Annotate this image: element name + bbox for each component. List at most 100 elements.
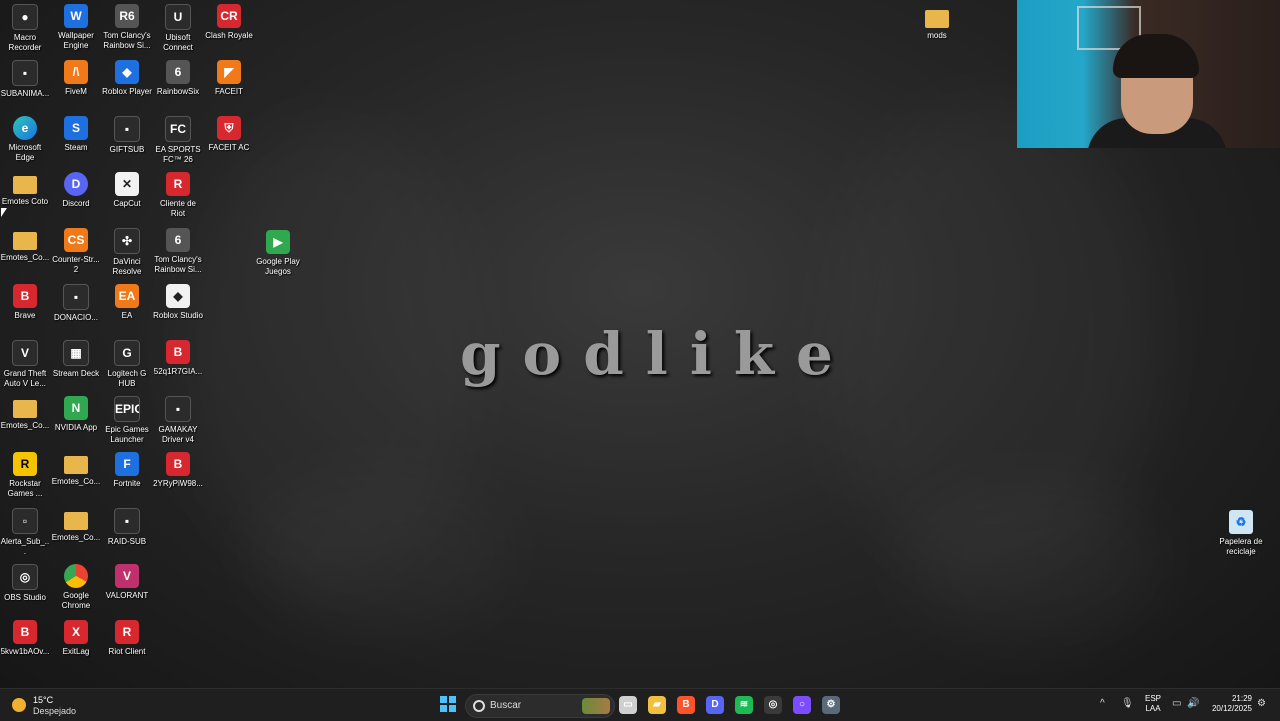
desktop-icon-label: Cliente de Riot [159, 199, 197, 218]
obs-icon[interactable]: ◎ [764, 696, 782, 714]
taskbar-search[interactable]: Buscar [465, 694, 615, 718]
logitech-icon: G [114, 340, 140, 366]
desktop-icon[interactable]: Emotes_Co... [0, 392, 50, 446]
desktop-icon-label: Emotes_Co... [0, 421, 50, 430]
desktop-icon[interactable]: /\ FiveM [51, 56, 101, 110]
desktop-icon[interactable]: CR Clash Royale [204, 0, 254, 54]
desktop-icon[interactable]: Emotes_Co... [51, 448, 101, 502]
desktop-icon[interactable]: Emotes_Co... [0, 224, 50, 278]
desktop-icon[interactable]: N NVIDIA App [51, 392, 101, 446]
desktop-icon-label: VALORANT [105, 591, 149, 600]
network-icon[interactable]: ▭ [1172, 698, 1181, 709]
file-icon: ▪ [114, 116, 140, 142]
brave-icon: B [166, 452, 190, 476]
desktop-icon-label: EA SPORTS FC™ 26 [155, 145, 201, 164]
desktop-icon-label: Tom Clancy's Rainbow Si... [154, 255, 202, 274]
desktop-icon[interactable]: FC EA SPORTS FC™ 26 [153, 112, 203, 166]
desktop-icon[interactable]: ▪ GAMAKAY Driver v4 [153, 392, 203, 446]
file-explorer-icon[interactable]: ▰ [648, 696, 666, 714]
language-code: ESP [1145, 694, 1162, 703]
weather-widget[interactable]: 15°C Despejado [12, 694, 102, 718]
desktop-icon[interactable]: U Ubisoft Connect [153, 0, 203, 54]
nvidia-icon: N [64, 396, 88, 420]
desktop-icon[interactable]: e Microsoft Edge [0, 112, 50, 166]
desktop-icon[interactable]: ◤ FACEIT [204, 56, 254, 110]
language-indicator[interactable]: ESP LAA [1145, 694, 1161, 714]
desktop-icon-label: Papelera de reciclaje [1219, 537, 1263, 556]
file-icon: ▪ [114, 508, 140, 534]
desktop-icon[interactable]: Emotes Coto [0, 168, 50, 222]
desktop-icon[interactable]: ◆ Roblox Studio [153, 280, 203, 334]
discord-icon[interactable]: D [706, 696, 724, 714]
tray-chevron-icon[interactable]: ^ [1100, 698, 1105, 709]
desktop-icon[interactable]: EPIC Epic Games Launcher [102, 392, 152, 446]
capcut-icon: ✕ [115, 172, 139, 196]
windows-logo-pane [440, 705, 447, 712]
desktop-icon[interactable]: ● Macro Recorder [0, 0, 50, 54]
clash-royale-icon: CR [217, 4, 241, 28]
clock[interactable]: 21:29 20/12/2025 [1208, 694, 1252, 714]
desktop-icon-label: Roblox Player [102, 87, 152, 96]
desktop-icon[interactable]: ✕ CapCut [102, 168, 152, 222]
desktop-icon[interactable]: S Steam [51, 112, 101, 166]
desktop-icon[interactable]: ▪ RAID-SUB [102, 504, 152, 558]
desktop-icon[interactable]: ▫ Alerta_Sub_... [0, 504, 50, 558]
desktop-icon[interactable]: ⛨ FACEIT AC [204, 112, 254, 166]
spotify-icon[interactable]: ≋ [735, 696, 753, 714]
desktop-icon[interactable]: G Logitech G HUB [102, 336, 152, 390]
desktop-icon[interactable]: B Brave [0, 280, 50, 334]
desktop-icon-label: RAID-SUB [107, 537, 147, 546]
desktop-icon[interactable]: ▪ DONACIO... [51, 280, 101, 334]
desktop-icon[interactable]: ▪ GIFTSUB [102, 112, 152, 166]
desktop-icon-label: Discord [62, 199, 90, 208]
desktop-icon[interactable]: mods [912, 2, 962, 56]
desktop-icon-label: GIFTSUB [109, 145, 145, 154]
desktop-icon[interactable]: Google Chrome [51, 560, 101, 614]
volume-icon[interactable]: 🔊 [1187, 698, 1199, 709]
desktop-icon[interactable]: Emotes_Co... [51, 504, 101, 558]
riot-icon: R [166, 172, 190, 196]
desktop-icon[interactable]: R Riot Client [102, 616, 152, 670]
desktop-icon-label: Steam [64, 143, 88, 152]
start-button[interactable] [440, 696, 457, 713]
desktop-icon[interactable]: EA EA [102, 280, 152, 334]
desktop-icon[interactable]: B 5kvw1bAOv... [0, 616, 50, 670]
desktop-icon-label: CapCut [113, 199, 141, 208]
desktop-icon[interactable]: B 52q1R7GIA... [153, 336, 203, 390]
desktop-icon[interactable]: W Wallpaper Engine [51, 0, 101, 54]
desktop-icon[interactable]: ▶ Google Play Juegos [253, 226, 303, 280]
desktop-icon[interactable]: X ExitLag [51, 616, 101, 670]
weather-condition: Despejado [33, 706, 77, 716]
desktop-icon[interactable]: ▪ SUBANIMA... [0, 56, 50, 110]
counter-strike-icon: CS [64, 228, 88, 252]
desktop-icon-label: Brave [14, 311, 36, 320]
desktop-icon[interactable]: ▦ Stream Deck [51, 336, 101, 390]
desktop-icon[interactable]: R Cliente de Riot [153, 168, 203, 222]
desktop-icon[interactable]: ✣ DaVinci Resolve [102, 224, 152, 278]
desktop-icon[interactable]: 6 Tom Clancy's Rainbow Si... [153, 224, 203, 278]
settings-icon[interactable]: ⚙ [822, 696, 840, 714]
desktop-icon-label: Alerta_Sub_... [0, 537, 50, 556]
microphone-icon[interactable]: 🎙 [1121, 698, 1134, 709]
desktop-icon-label: Tom Clancy's Rainbow Si... [103, 31, 151, 50]
notification-icon[interactable]: ⚙ [1257, 698, 1266, 709]
desktop-icon[interactable]: B 2YRyPiW98... [153, 448, 203, 502]
desktop-icon[interactable]: R Rockstar Games ... [0, 448, 50, 502]
desktop-icon[interactable]: D Discord [51, 168, 101, 222]
desktop-icon-label: DaVinci Resolve [112, 257, 142, 276]
brave-icon[interactable]: B [677, 696, 695, 714]
desktop-icon[interactable]: ◆ Roblox Player [102, 56, 152, 110]
twitch-studio-icon[interactable]: ○ [793, 696, 811, 714]
discord-icon: D [64, 172, 88, 196]
desktop-icon[interactable]: ♻ Papelera de reciclaje [1216, 506, 1266, 560]
desktop-icon[interactable]: R6 Tom Clancy's Rainbow Si... [102, 0, 152, 54]
desktop-icon[interactable]: V Grand Theft Auto V Le... [0, 336, 50, 390]
faceit-ac-icon: ⛨ [217, 116, 241, 140]
task-view-icon[interactable]: ▭ [619, 696, 637, 714]
desktop-icon[interactable]: 6 RainbowSix [153, 56, 203, 110]
desktop-icon[interactable]: ◎ OBS Studio [0, 560, 50, 614]
desktop-icon[interactable]: CS Counter-Str... 2 [51, 224, 101, 278]
desktop-icon-label: FiveM [65, 87, 87, 96]
desktop-icon[interactable]: V VALORANT [102, 560, 152, 614]
desktop-icon[interactable]: F Fortnite [102, 448, 152, 502]
